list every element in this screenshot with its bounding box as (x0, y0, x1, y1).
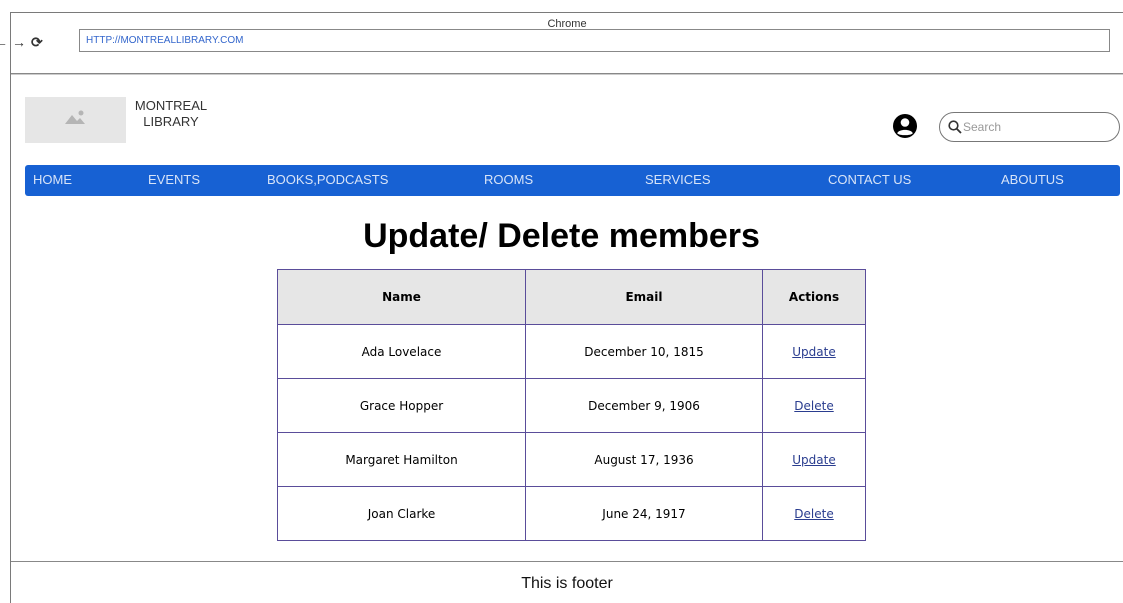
member-name-cell: Margaret Hamilton (277, 432, 526, 487)
brand-line-1: MONTREAL (134, 98, 208, 113)
search-box[interactable] (939, 112, 1120, 142)
forward-arrow-icon[interactable]: → (12, 35, 26, 49)
main-nav: HOME EVENTS BOOKS,PODCASTS ROOMS SERVICE… (25, 165, 1120, 196)
member-action-cell: Update (762, 432, 866, 487)
column-header-email: Email (525, 269, 763, 325)
member-name-cell: Grace Hopper (277, 378, 526, 433)
table-row: Joan Clarke June 24, 1917 Delete (277, 486, 866, 541)
member-email-cell: June 24, 1917 (525, 486, 763, 541)
user-account-icon[interactable] (892, 113, 918, 139)
member-email-cell: December 10, 1815 (525, 324, 763, 379)
table-header-row: Name Email Actions (277, 269, 866, 325)
image-placeholder-icon (65, 110, 85, 124)
member-action-cell: Delete (762, 378, 866, 433)
members-table: Name Email Actions Ada Lovelace December… (277, 269, 866, 541)
page-title: Update/ Delete members (363, 217, 760, 255)
column-header-actions: Actions (762, 269, 866, 325)
toolbar-divider (11, 73, 1123, 75)
member-name-cell: Ada Lovelace (277, 324, 526, 379)
nav-item-home[interactable]: HOME (33, 165, 72, 196)
member-email-cell: August 17, 1936 (525, 432, 763, 487)
page-footer: This is footer (521, 575, 613, 592)
logo-image-placeholder (25, 97, 126, 143)
nav-item-about-us[interactable]: ABOUTUS (1001, 165, 1064, 196)
table-row: Ada Lovelace December 10, 1815 Update (277, 324, 866, 379)
nav-item-contact-us[interactable]: CONTACT US (828, 165, 911, 196)
search-input[interactable] (963, 117, 1113, 137)
search-icon (948, 120, 962, 134)
reload-icon[interactable]: ⟳ (31, 35, 43, 49)
back-arrow-icon[interactable]: ← (0, 35, 8, 49)
update-link[interactable]: Update (792, 345, 835, 359)
nav-item-services[interactable]: SERVICES (645, 165, 711, 196)
nav-item-events[interactable]: EVENTS (148, 165, 200, 196)
member-action-cell: Delete (762, 486, 866, 541)
delete-link[interactable]: Delete (794, 399, 833, 413)
update-link[interactable]: Update (792, 453, 835, 467)
nav-item-rooms[interactable]: ROOMS (484, 165, 533, 196)
column-header-name: Name (277, 269, 526, 325)
brand-name: MONTREAL LIBRARY (126, 98, 216, 130)
delete-link[interactable]: Delete (794, 507, 833, 521)
member-action-cell: Update (762, 324, 866, 379)
brand-line-2: LIBRARY (143, 114, 199, 129)
table-row: Grace Hopper December 9, 1906 Delete (277, 378, 866, 433)
nav-item-books-podcasts[interactable]: BOOKS,PODCASTS (267, 165, 388, 196)
member-email-cell: December 9, 1906 (525, 378, 763, 433)
browser-toolbar: ← → ⟳ HTTP://MONTREALLIBRARY.COM (0, 26, 1113, 62)
member-name-cell: Joan Clarke (277, 486, 526, 541)
table-row: Margaret Hamilton August 17, 1936 Update (277, 432, 866, 487)
address-bar[interactable]: HTTP://MONTREALLIBRARY.COM (79, 29, 1110, 52)
